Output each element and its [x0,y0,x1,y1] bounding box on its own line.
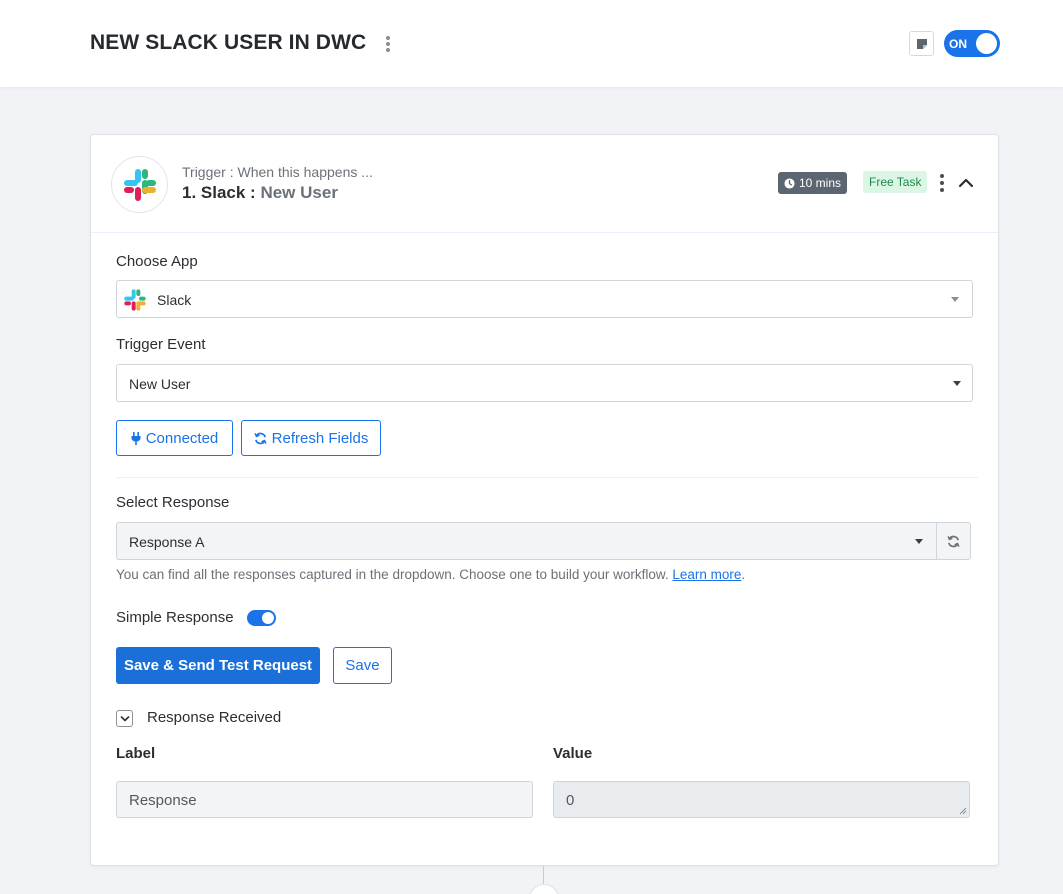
connected-button[interactable]: Connected [116,420,233,456]
response-value-text: 0 [566,792,575,809]
simple-response-toggle[interactable] [247,610,276,626]
response-label-value: Response [129,792,197,809]
slack-icon [123,168,156,201]
step-app-name: 1. Slack : [182,183,256,202]
choose-app-value: Slack [157,292,192,308]
value-column-header: Value [553,745,593,762]
trigger-event-value: New User [129,376,191,392]
trigger-caption: Trigger : When this happens ... [182,164,373,180]
connected-label: Connected [145,429,219,447]
response-received-toggle[interactable] [116,710,133,727]
response-received-label: Response Received [147,709,282,726]
response-help-text: You can find all the responses captured … [116,567,745,582]
trigger-step-card: Trigger : When this happens ... 1. Slack… [90,134,999,866]
workflow-on-off-toggle[interactable]: ON [944,30,1000,57]
response-label-field: Response [116,781,533,818]
slack-logo [111,156,168,213]
save-button[interactable]: Save [333,647,392,684]
note-icon [916,38,927,49]
refresh-icon [947,535,960,547]
select-response-label: Select Response [116,494,230,511]
resize-handle-icon[interactable] [959,807,967,815]
toggle-knob [976,33,997,54]
step-header[interactable]: Trigger : When this happens ... 1. Slack… [91,135,998,233]
clock-icon [784,177,795,189]
time-badge-text: 10 mins [799,176,842,190]
save-and-send-test-request-button[interactable]: Save & Send Test Request [116,647,320,684]
time-badge: 10 mins [778,172,848,194]
top-bar: NEW SLACK USER IN DWC ON [0,0,1063,87]
collapse-chevron-up-icon[interactable] [957,174,975,192]
select-response-value: Response A [129,534,205,550]
select-response-dropdown[interactable]: Response A [116,522,937,560]
chevron-down-icon [953,381,961,386]
response-value-field: 0 [553,781,970,818]
chevron-down-icon [951,297,959,302]
refresh-icon [254,432,267,444]
notes-button[interactable] [909,31,934,56]
add-step-connector[interactable] [529,884,559,894]
step-menu-icon[interactable] [937,174,947,192]
chevron-down-icon [915,539,923,544]
step-event-name: New User [260,183,338,202]
divider [116,477,978,478]
simple-response-label: Simple Response [116,609,234,626]
slack-icon [124,289,146,311]
workflow-title[interactable]: NEW SLACK USER IN DWC [90,31,366,55]
trigger-event-label: Trigger Event [116,336,206,353]
label-column-header: Label [116,745,156,762]
help-text-body: You can find all the responses captured … [116,567,669,582]
toggle-label: ON [949,37,967,51]
choose-app-select[interactable]: Slack [116,280,973,318]
trigger-event-select[interactable]: New User [116,364,973,402]
free-task-badge: Free Task [863,171,928,193]
choose-app-label: Choose App [116,253,198,270]
refresh-fields-button[interactable]: Refresh Fields [241,420,381,456]
chevron-down-icon [120,715,129,722]
step-title: 1. Slack : New User [182,183,338,203]
workflow-menu-icon[interactable] [383,34,393,54]
refresh-fields-label: Refresh Fields [271,429,369,447]
learn-more-link[interactable]: Learn more [672,567,741,582]
help-text-suffix: . [741,567,746,582]
plug-icon [131,431,141,445]
refresh-responses-button[interactable] [936,522,971,560]
toggle-knob [262,612,274,624]
